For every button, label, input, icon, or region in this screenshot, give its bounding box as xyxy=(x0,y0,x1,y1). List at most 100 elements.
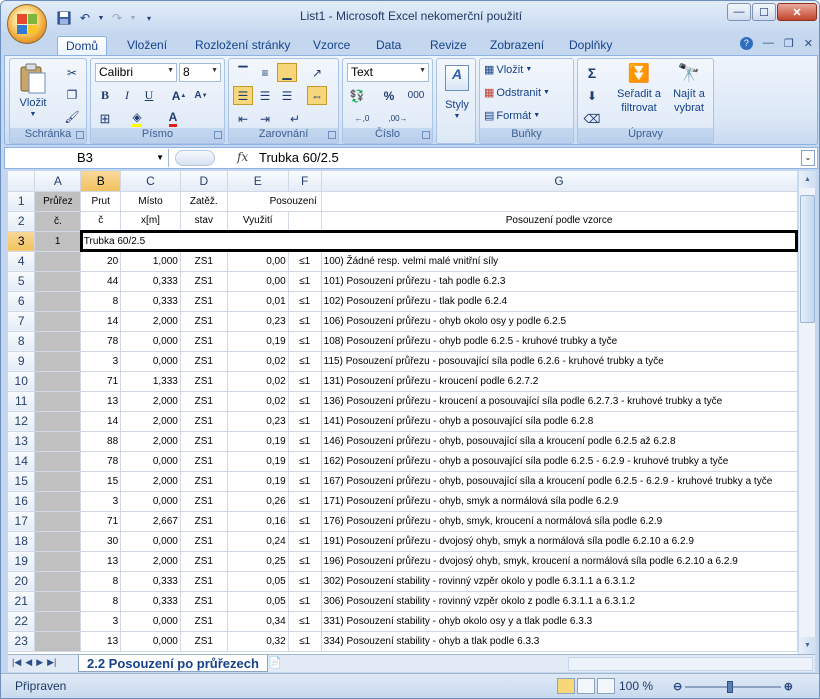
cell[interactable]: ≤1 xyxy=(288,291,322,312)
zoom-slider[interactable]: ⊖ ⊕ xyxy=(673,680,793,694)
cell[interactable]: Prut xyxy=(80,191,122,212)
cell[interactable]: 0,05 xyxy=(227,571,289,592)
tab-home[interactable]: Domů xyxy=(57,36,108,55)
row-header[interactable]: 22 xyxy=(8,611,36,632)
cell[interactable]: ZS1 xyxy=(180,631,228,652)
bold-button[interactable]: B xyxy=(95,86,115,105)
cell[interactable]: ZS1 xyxy=(180,591,228,612)
cell[interactable]: 334) Posouzení stability - ohyb a tlak p… xyxy=(321,631,798,652)
cell[interactable]: 2,000 xyxy=(120,431,181,452)
cell[interactable]: 136) Posouzení průřezu - kroucení a poso… xyxy=(321,391,798,412)
styles-button[interactable]: A Styly ▼ xyxy=(441,65,473,120)
currency-icon[interactable]: 💱 xyxy=(347,86,367,105)
cell[interactable] xyxy=(34,551,82,572)
dialog-launcher-icon[interactable] xyxy=(76,131,84,139)
cell[interactable]: 0,19 xyxy=(227,451,289,472)
cell[interactable]: 14 xyxy=(80,411,122,432)
thousands-separator-button[interactable]: 000 xyxy=(403,86,429,105)
cell[interactable]: ZS1 xyxy=(180,411,228,432)
cell[interactable]: 78 xyxy=(80,451,122,472)
cell[interactable]: 196) Posouzení průřezu - dvojosý ohyb, s… xyxy=(321,551,798,572)
horizontal-scrollbar[interactable] xyxy=(568,657,813,671)
cell[interactable] xyxy=(34,451,82,472)
row-header[interactable]: 4 xyxy=(8,251,36,272)
fill-color-icon[interactable]: ◈ xyxy=(127,109,147,128)
font-size-combo[interactable]: 8 ▼ xyxy=(179,63,221,82)
cell[interactable]: 302) Posouzení stability - rovinný vzpěr… xyxy=(321,571,798,592)
shrink-font-icon[interactable]: A ▼ xyxy=(191,86,211,105)
row-header[interactable]: 1 xyxy=(8,191,36,212)
cell[interactable] xyxy=(34,411,82,432)
cell[interactable]: 2,667 xyxy=(120,511,181,532)
cell[interactable]: ZS1 xyxy=(180,331,228,352)
cell[interactable]: ZS1 xyxy=(180,351,228,372)
scroll-down-icon[interactable]: ▼ xyxy=(799,637,816,654)
insert-function-icon[interactable]: fx xyxy=(237,150,248,164)
borders-icon[interactable]: ⊞ xyxy=(95,109,115,128)
cell[interactable]: ≤1 xyxy=(288,411,322,432)
cell[interactable] xyxy=(34,371,82,392)
align-center-icon[interactable]: ☰ xyxy=(255,86,275,105)
column-header[interactable]: C xyxy=(120,171,181,192)
cell[interactable] xyxy=(34,351,82,372)
normal-view-icon[interactable] xyxy=(557,678,575,694)
cell[interactable]: ZS1 xyxy=(180,511,228,532)
row-header[interactable]: 14 xyxy=(8,451,36,472)
row-header[interactable]: 6 xyxy=(8,291,36,312)
decrease-decimal-icon[interactable]: ,00→ xyxy=(383,109,413,128)
zoom-in-icon[interactable]: ⊕ xyxy=(784,680,793,693)
cell[interactable]: ≤1 xyxy=(288,351,322,372)
cell[interactable]: 0,19 xyxy=(227,331,289,352)
cell[interactable]: 100) Žádné resp. velmi malé vnitřní síly xyxy=(321,251,798,272)
row-header[interactable]: 17 xyxy=(8,511,36,532)
help-icon[interactable]: ? xyxy=(739,37,753,50)
tab-formulas[interactable]: Vzorce xyxy=(305,36,358,55)
cell[interactable] xyxy=(34,471,82,492)
cell[interactable]: ZS1 xyxy=(180,291,228,312)
format-cells-button[interactable]: ▤ Formát ▼ xyxy=(484,109,540,123)
increase-indent-icon[interactable]: ⇥ xyxy=(255,109,275,128)
align-top-icon[interactable]: ▔ xyxy=(233,63,253,82)
page-layout-view-icon[interactable] xyxy=(577,678,595,694)
cell[interactable]: 1,000 xyxy=(120,251,181,272)
tab-review[interactable]: Revize xyxy=(422,36,475,55)
ribbon-restore-icon[interactable]: ❐ xyxy=(784,37,794,50)
cell[interactable]: 0,333 xyxy=(120,571,181,592)
cell[interactable]: Posouzení xyxy=(227,191,322,212)
cell[interactable]: ZS1 xyxy=(180,251,228,272)
cell[interactable] xyxy=(34,611,82,632)
align-left-icon[interactable]: ☰ xyxy=(233,86,253,105)
cell[interactable]: ZS1 xyxy=(180,471,228,492)
cell[interactable]: Průřez xyxy=(34,191,82,212)
align-right-icon[interactable]: ☰ xyxy=(277,86,297,105)
row-header[interactable]: 16 xyxy=(8,491,36,512)
sheet-tab[interactable]: 2.2 Posouzení po průřezech xyxy=(78,655,268,672)
cell[interactable]: 0,02 xyxy=(227,351,289,372)
cell[interactable]: 0,02 xyxy=(227,371,289,392)
ribbon-minimize-icon[interactable]: — xyxy=(763,37,774,50)
cell[interactable] xyxy=(321,191,798,212)
cell[interactable]: 0,01 xyxy=(227,291,289,312)
column-header[interactable]: F xyxy=(288,171,322,192)
cell[interactable]: 78 xyxy=(80,331,122,352)
cell[interactable]: Využití xyxy=(227,211,289,232)
cell[interactable]: 171) Posouzení průřezu - ohyb, smyk a no… xyxy=(321,491,798,512)
cell[interactable]: 0,02 xyxy=(227,391,289,412)
cell[interactable] xyxy=(34,591,82,612)
cell[interactable]: ZS1 xyxy=(180,531,228,552)
row-header[interactable]: 5 xyxy=(8,271,36,292)
cell[interactable]: x[m] xyxy=(120,211,181,232)
office-button[interactable] xyxy=(7,4,47,44)
select-all-corner[interactable] xyxy=(8,171,36,192)
cell[interactable]: ≤1 xyxy=(288,271,322,292)
cell[interactable]: 106) Posouzení průřezu - ohyb okolo osy … xyxy=(321,311,798,332)
minimize-button[interactable]: — xyxy=(727,3,751,21)
cell[interactable]: ZS1 xyxy=(180,491,228,512)
column-header[interactable]: A xyxy=(34,171,82,192)
scroll-thumb[interactable] xyxy=(800,195,815,323)
row-header[interactable]: 2 xyxy=(8,211,36,232)
cell[interactable]: ZS1 xyxy=(180,451,228,472)
cell[interactable]: 0,00 xyxy=(227,271,289,292)
delete-cells-button[interactable]: ▦ Odstranit ▼ xyxy=(484,86,550,100)
grow-font-icon[interactable]: A ▲ xyxy=(169,86,189,105)
